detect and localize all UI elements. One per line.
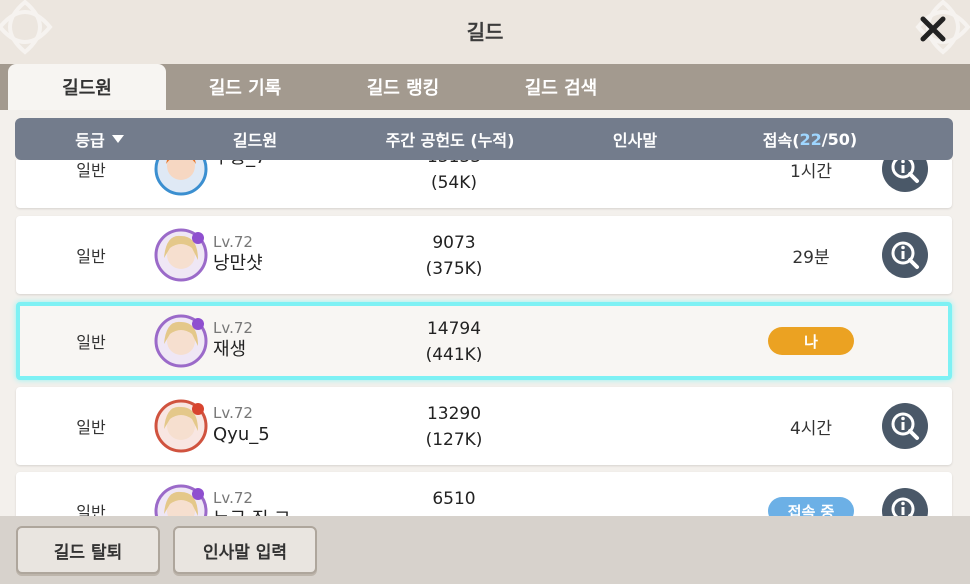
- member-name: 누구 집 그: [213, 508, 291, 516]
- online-count: 22: [799, 129, 822, 149]
- member-contribution: 6510: [354, 486, 554, 512]
- tab-bar: 길드원 길드 기록 길드 랭킹 길드 검색: [8, 64, 640, 110]
- member-list[interactable]: 일반 우홍_7 13133 (54K) 1시간: [0, 160, 970, 516]
- online-badge: 접속 중: [768, 497, 854, 516]
- magnifier-info-icon: [891, 241, 919, 269]
- last-access: 29분: [792, 247, 830, 268]
- last-access: 나: [756, 302, 866, 380]
- member-name: 우홍_7: [213, 160, 267, 170]
- tab-guild-search[interactable]: 길드 검색: [482, 64, 640, 110]
- weekly-contribution: 13290: [426, 404, 482, 424]
- avatar: [154, 314, 208, 368]
- total-contribution: (127K): [425, 430, 483, 450]
- self-badge: 나: [768, 327, 854, 355]
- avatar: [154, 228, 208, 282]
- close-button[interactable]: [914, 10, 952, 48]
- last-access: 1시간: [789, 161, 833, 182]
- member-info: Lv.72 낭만샷: [213, 232, 263, 276]
- magnifier-info-icon: [891, 160, 919, 183]
- inspect-button[interactable]: [882, 403, 928, 449]
- member-header: 길드원: [232, 131, 278, 150]
- weekly-contribution: 6510: [432, 489, 476, 509]
- total-contribution: (375K): [425, 259, 483, 279]
- member-contribution: 14794 (441K): [354, 316, 554, 368]
- guild-window: 길드 길드원 길드 기록 길드 랭킹 길드 검색 등급 길드원 주간 공헌도 (…: [0, 0, 970, 584]
- member-grade: 일반: [76, 247, 106, 266]
- magnifier-info-icon: [891, 497, 915, 516]
- member-info: Lv.72 누구 집 그: [213, 488, 291, 516]
- contribution-header: 주간 공헌도 (누적): [385, 131, 515, 150]
- member-info: Lv.72 재생: [213, 318, 253, 362]
- member-name: 재생: [213, 339, 247, 360]
- access-header: 접속(22/50): [745, 118, 875, 160]
- member-contribution: 13133 (54K): [354, 160, 554, 196]
- member-row[interactable]: 일반 Lv.72 Qyu_5 13290 (127K) 4시간: [16, 387, 952, 465]
- total-contribution: (54K): [430, 173, 478, 193]
- member-row[interactable]: 일반 Lv.72 낭만샷 9073 (375K) 29분: [16, 216, 952, 294]
- tab-members[interactable]: 길드원: [8, 64, 166, 110]
- avatar: [154, 160, 208, 196]
- leave-guild-button[interactable]: 길드 탈퇴: [16, 526, 160, 574]
- caret-down-icon: [111, 135, 124, 143]
- weekly-contribution: 13133: [354, 160, 554, 170]
- window-title: 길드: [466, 19, 504, 44]
- last-access: 접속 중: [756, 472, 866, 516]
- member-row[interactable]: 일반 우홍_7 13133 (54K) 1시간: [16, 160, 952, 208]
- member-name: 낭만샷: [213, 253, 263, 274]
- avatar: [154, 484, 208, 516]
- member-level: Lv.72: [213, 489, 253, 507]
- tab-guild-log[interactable]: 길드 기록: [166, 64, 324, 110]
- member-info: 우홍_7: [213, 160, 267, 170]
- member-name: Qyu_5: [213, 424, 270, 445]
- access-header-suffix: /50): [821, 129, 858, 149]
- inspect-button[interactable]: [882, 160, 928, 192]
- weekly-contribution: 14794: [426, 319, 482, 339]
- member-contribution: 9073 (375K): [354, 230, 554, 282]
- access-header-prefix: 접속(: [762, 131, 800, 150]
- member-grade: 일반: [76, 503, 106, 516]
- total-contribution: (441K): [425, 345, 483, 365]
- inspect-button[interactable]: [882, 232, 928, 278]
- member-table-header: 등급 길드원 주간 공헌도 (누적) 인사말 접속(22/50): [15, 118, 953, 160]
- member-level: Lv.72: [213, 319, 253, 337]
- member-grade: 일반: [76, 418, 106, 437]
- title-bar: 길드: [0, 0, 970, 60]
- member-info: Lv.72 Qyu_5: [213, 403, 270, 447]
- member-grade: 일반: [76, 333, 106, 352]
- member-level: Lv.72: [213, 233, 253, 251]
- inspect-button[interactable]: [882, 488, 928, 516]
- last-access: 4시간: [789, 418, 833, 439]
- weekly-contribution: 9073: [432, 233, 476, 253]
- grade-header-label: 등급: [75, 131, 105, 150]
- member-row[interactable]: 일반 Lv.72 누구 집 그 6510 접속 중: [16, 472, 952, 516]
- member-grade: 일반: [76, 161, 106, 180]
- grade-sort-header[interactable]: 등급: [55, 118, 145, 160]
- member-contribution: 13290 (127K): [354, 401, 554, 453]
- member-level: Lv.72: [213, 404, 253, 422]
- member-row-self[interactable]: 일반 Lv.72 재생 14794 (441K) 나: [16, 302, 952, 380]
- avatar: [154, 399, 208, 453]
- magnifier-info-icon: [891, 412, 919, 440]
- footer-bar: 길드 탈퇴 인사말 입력: [0, 516, 970, 584]
- tab-guild-ranking[interactable]: 길드 랭킹: [324, 64, 482, 110]
- greeting-header: 인사말: [612, 131, 658, 150]
- enter-greeting-button[interactable]: 인사말 입력: [173, 526, 317, 574]
- close-icon: [920, 16, 946, 42]
